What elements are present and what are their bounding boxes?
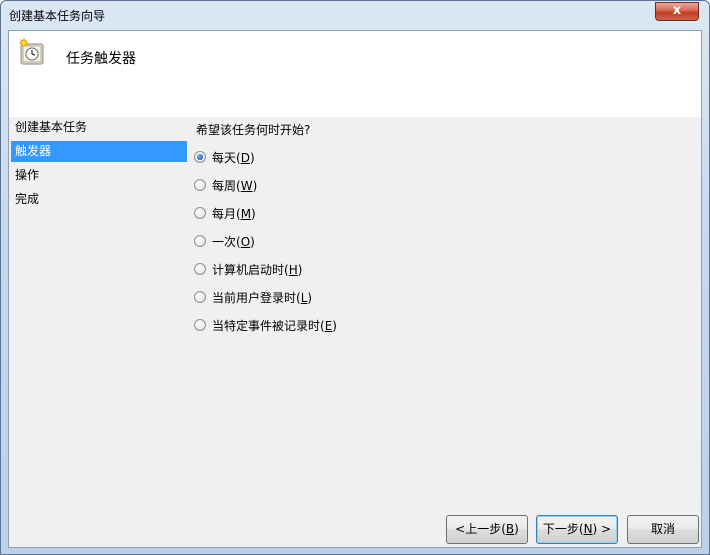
page-title: 任务触发器 xyxy=(66,51,136,67)
nav-step-finish[interactable]: 完成 xyxy=(11,189,187,210)
close-icon: x xyxy=(672,3,682,18)
trigger-question: 希望该任务何时开始? xyxy=(196,123,311,137)
wizard-client-area: 任务触发器 创建基本任务 触发器 操作 完成 希望该任务何时开始? 每天(D) xyxy=(8,30,702,548)
radio-button[interactable] xyxy=(194,319,206,331)
radio-label: 当特定事件被记录时(E) xyxy=(212,319,337,333)
title-bar[interactable]: 创建基本任务向导 x xyxy=(1,1,709,29)
radio-button[interactable] xyxy=(194,207,206,219)
wizard-header: 任务触发器 xyxy=(9,31,701,117)
button-label: <上一步( xyxy=(455,522,506,536)
radio-button[interactable] xyxy=(194,235,206,247)
trigger-options-panel: 希望该任务何时开始? 每天(D) 每周(W) 每月(M) 一次(O) 计算机启动… xyxy=(189,117,701,507)
wizard-step-list: 创建基本任务 触发器 操作 完成 xyxy=(9,117,189,547)
nav-step-create-basic-task[interactable]: 创建基本任务 xyxy=(11,117,187,138)
button-accesskey: N xyxy=(583,522,593,536)
window-title: 创建基本任务向导 xyxy=(9,9,106,23)
nav-step-label: 完成 xyxy=(15,192,40,206)
radio-label: 每月(M) xyxy=(212,207,256,221)
radio-label: 一次(O) xyxy=(212,235,255,249)
wizard-window: 创建基本任务向导 x 任务触发器 创建基本任务 触发器 操作 完成 希望该任务何… xyxy=(0,0,710,555)
clock-icon xyxy=(19,38,44,65)
button-label: ) > xyxy=(592,522,612,536)
radio-label: 当前用户登录时(L) xyxy=(212,291,313,305)
back-button[interactable]: <上一步(B) xyxy=(446,515,528,544)
button-accesskey: B xyxy=(505,522,515,536)
radio-label: 每天(D) xyxy=(212,151,255,165)
radio-label: 计算机启动时(H) xyxy=(212,263,303,277)
nav-step-action[interactable]: 操作 xyxy=(11,165,187,186)
nav-step-label: 创建基本任务 xyxy=(15,120,88,134)
button-label: ) xyxy=(514,522,519,536)
cancel-button[interactable]: 取消 xyxy=(627,515,699,544)
radio-button[interactable] xyxy=(194,291,206,303)
nav-step-trigger[interactable]: 触发器 xyxy=(11,141,187,162)
close-button[interactable]: x xyxy=(655,2,699,21)
nav-step-label: 操作 xyxy=(15,168,40,182)
radio-button[interactable] xyxy=(194,179,206,191)
radio-label: 每周(W) xyxy=(212,179,258,193)
next-button[interactable]: 下一步(N) > xyxy=(536,515,618,544)
radio-button[interactable] xyxy=(194,263,206,275)
button-label: 下一步( xyxy=(542,522,584,536)
nav-step-label: 触发器 xyxy=(15,144,52,158)
radio-button-checked[interactable] xyxy=(194,151,206,163)
